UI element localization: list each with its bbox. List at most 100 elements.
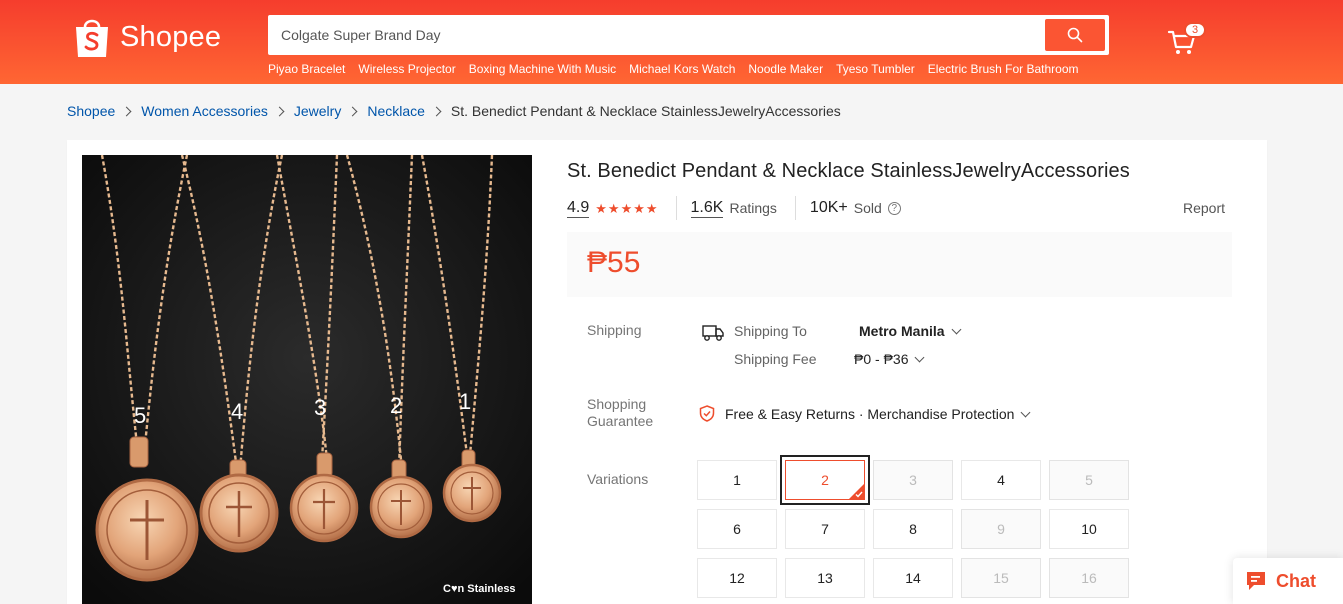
- variation-option-label: 16: [1081, 570, 1097, 586]
- keyword-link[interactable]: Electric Brush For Bathroom: [928, 62, 1079, 78]
- variation-option[interactable]: 8: [873, 509, 953, 549]
- shipping-label: Shipping: [587, 322, 642, 338]
- variation-option[interactable]: 7: [785, 509, 865, 549]
- variation-option-label: 3: [909, 472, 917, 488]
- report-link[interactable]: Report: [1183, 200, 1225, 216]
- chevron-right-icon: [274, 106, 285, 116]
- shopee-logo[interactable]: Shopee: [74, 14, 221, 60]
- guarantee-label-line: Shopping: [587, 396, 647, 412]
- variation-option: 9: [961, 509, 1041, 549]
- selected-check-icon: [849, 484, 864, 499]
- shipping-fee-label: Shipping Fee: [734, 351, 817, 367]
- search-button[interactable]: [1045, 19, 1105, 51]
- variation-option: 5: [1049, 460, 1129, 500]
- search-icon: [1067, 27, 1083, 43]
- variation-option-label: 4: [997, 472, 1005, 488]
- search-input[interactable]: [268, 15, 1038, 55]
- rating-value[interactable]: 4.9: [567, 199, 590, 218]
- pendant-number: 1: [459, 389, 471, 414]
- variation-option[interactable]: 12: [697, 558, 777, 598]
- divider: [675, 196, 677, 220]
- variation-option[interactable]: 13: [785, 558, 865, 598]
- necklace-photo: 5 4 3 2 1 C♥n Stainless: [82, 155, 532, 604]
- keyword-link[interactable]: Boxing Machine With Music: [469, 62, 616, 78]
- chevron-right-icon: [431, 106, 442, 116]
- chevron-down-icon: [915, 352, 925, 362]
- variation-option[interactable]: 4: [961, 460, 1041, 500]
- keyword-link[interactable]: Tyeso Tumbler: [836, 62, 915, 78]
- truck-icon: [702, 325, 724, 341]
- guarantee-label: Shopping Guarantee: [587, 396, 653, 430]
- chevron-right-icon: [347, 106, 358, 116]
- variation-option-label: 9: [997, 521, 1005, 537]
- star-icon: ★: [620, 200, 633, 216]
- breadcrumb-link[interactable]: Necklace: [367, 103, 425, 119]
- pendant-number: 3: [314, 395, 326, 420]
- ratings-label: Ratings: [729, 200, 777, 216]
- chevron-right-icon: [121, 106, 132, 116]
- keyword-link[interactable]: Noodle Maker: [748, 62, 823, 78]
- variation-option-label: 14: [905, 570, 921, 586]
- chat-button[interactable]: Chat: [1233, 558, 1343, 604]
- star-icon: ★: [595, 200, 607, 216]
- help-icon[interactable]: ?: [887, 201, 901, 215]
- rating-stars: ★ ★ ★ ★ ★: [595, 202, 657, 215]
- variation-option[interactable]: 6: [697, 509, 777, 549]
- star-icon: ★: [633, 200, 645, 216]
- pendant-number: 5: [134, 403, 146, 428]
- product-title: St. Benedict Pendant & Necklace Stainles…: [567, 160, 1130, 182]
- chat-icon: [1247, 572, 1265, 590]
- image-watermark: C♥n Stainless: [443, 583, 516, 595]
- breadcrumb-link[interactable]: Jewelry: [294, 103, 341, 119]
- variation-option-label: 10: [1081, 521, 1097, 537]
- shipping-fee-select[interactable]: ₱0 - ₱36: [854, 351, 925, 367]
- shipping-fee-value: ₱0 - ₱36: [854, 351, 909, 367]
- shipping-to-select[interactable]: Metro Manila: [859, 323, 962, 339]
- variation-option-label: 1: [733, 472, 741, 488]
- breadcrumb-link[interactable]: Shopee: [67, 103, 115, 119]
- variation-option[interactable]: 14: [873, 558, 953, 598]
- product-card: 5 4 3 2 1 C♥n Stainless St. Benedict Pen…: [67, 140, 1267, 604]
- variation-option-label: 8: [909, 521, 917, 537]
- product-price: ₱55: [587, 246, 641, 279]
- variation-option: 15: [961, 558, 1041, 598]
- cart-count-badge: 3: [1184, 22, 1206, 38]
- keyword-link[interactable]: Piyao Bracelet: [268, 62, 345, 78]
- pendant-number: 4: [231, 399, 243, 424]
- variation-option-label: 2: [821, 472, 829, 488]
- divider: [794, 196, 796, 220]
- variation-option[interactable]: 2: [780, 455, 870, 505]
- price-section: ₱55: [567, 232, 1232, 297]
- variation-option-label: 6: [733, 521, 741, 537]
- shipping-to-label: Shipping To: [734, 323, 807, 339]
- variation-option[interactable]: 1: [697, 460, 777, 500]
- chevron-down-icon: [1021, 407, 1031, 417]
- variation-option-label: 15: [993, 570, 1009, 586]
- hot-keywords: Piyao Bracelet Wireless Projector Boxing…: [268, 62, 1079, 78]
- guarantee-dropdown[interactable]: Free & Easy Returns · Merchandise Protec…: [725, 406, 1031, 422]
- breadcrumb-link[interactable]: Women Accessories: [141, 103, 268, 119]
- shopping-bag-icon: [76, 19, 108, 57]
- ratings-count[interactable]: 1.6K: [690, 199, 724, 218]
- guarantee-value: Free & Easy Returns · Merchandise Protec…: [725, 406, 1015, 422]
- keyword-link[interactable]: Michael Kors Watch: [629, 62, 735, 78]
- variation-option-label: 5: [1085, 472, 1093, 488]
- pendant-number: 2: [390, 393, 402, 418]
- variation-option: 3: [873, 460, 953, 500]
- variation-option: 16: [1049, 558, 1129, 598]
- sold-label: Sold: [853, 200, 882, 216]
- shipping-to-value: Metro Manila: [859, 323, 945, 339]
- keyword-link[interactable]: Wireless Projector: [358, 62, 455, 78]
- guarantee-label-line: Guarantee: [587, 413, 654, 429]
- breadcrumb-current: St. Benedict Pendant & Necklace Stainles…: [450, 103, 841, 119]
- star-icon: ★: [607, 200, 620, 216]
- search-bar: [268, 15, 1109, 55]
- chevron-down-icon: [951, 324, 962, 334]
- product-stats: 4.9 ★ ★ ★ ★ ★ 1.6K Ratings 10K+ Sold ?: [567, 196, 1232, 220]
- variation-option[interactable]: 10: [1049, 509, 1129, 549]
- product-image[interactable]: 5 4 3 2 1 C♥n Stainless: [82, 155, 532, 604]
- variations-label: Variations: [587, 471, 649, 487]
- logo-text: Shopee: [120, 20, 222, 53]
- variations-grid: 1 2 3 4 5 6 7 8 9 10 12 13 14 15 16: [697, 455, 1137, 598]
- breadcrumb: Shopee Women Accessories Jewelry Necklac…: [67, 103, 841, 119]
